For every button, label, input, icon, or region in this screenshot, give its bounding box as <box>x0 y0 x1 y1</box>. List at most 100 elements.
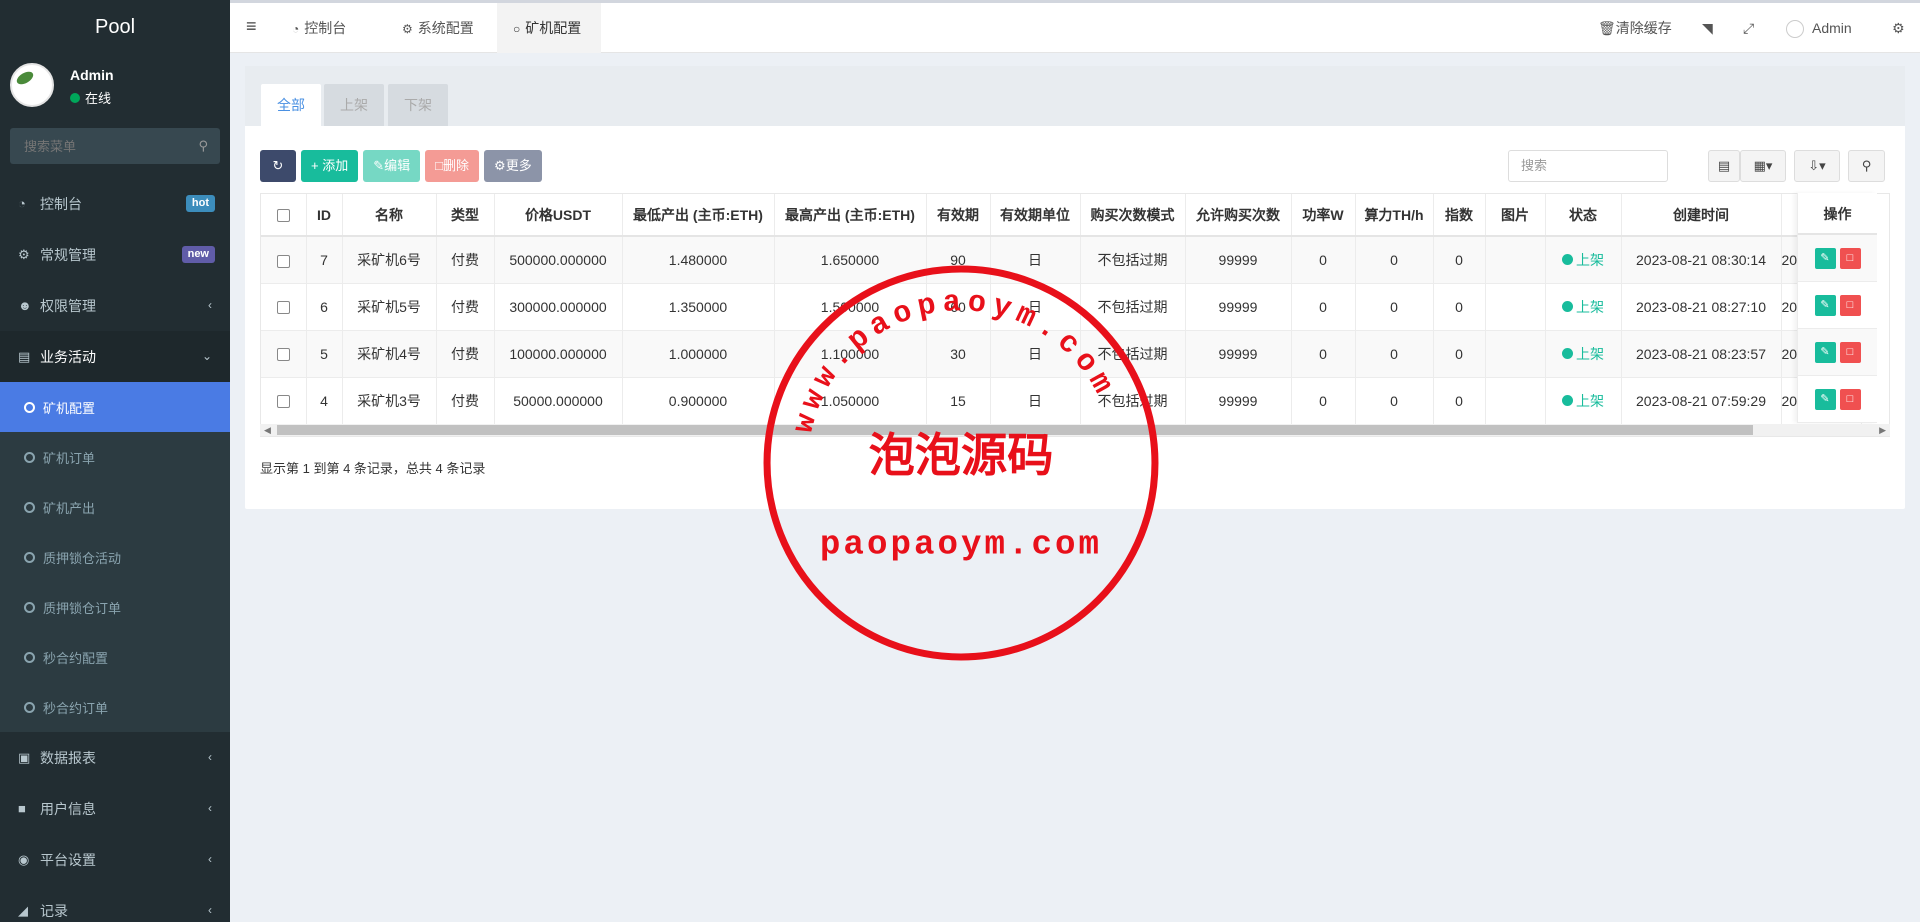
col-header[interactable]: 有效期单位 <box>990 194 1081 237</box>
status-badge[interactable]: 上架 <box>1562 297 1604 317</box>
clear-cache-button[interactable]: 🗑清除缓存 <box>1598 3 1672 53</box>
col-header[interactable]: 算力TH/h <box>1355 194 1434 237</box>
scroll-right-icon[interactable]: ▶ <box>1879 424 1886 436</box>
search-icon[interactable]: ⚲ <box>198 138 208 154</box>
table-row[interactable]: 7 采矿机6号 付费 500000.000000 1.480000 1.650000 90 日… <box>261 236 1862 284</box>
edit-row-button[interactable]: ✎ <box>1814 294 1836 316</box>
col-header[interactable]: 允许购买次数 <box>1185 194 1292 237</box>
sidebar-item-user-info[interactable]: ■ 用户信息 ‹ <box>0 783 230 834</box>
sidebar-item-platform-settings[interactable]: ◉ 平台设置 ‹ <box>0 834 230 885</box>
row-checkbox-cell <box>261 283 307 331</box>
delete-row-button[interactable]: □ <box>1839 247 1861 269</box>
edit-row-button[interactable]: ✎ <box>1814 341 1836 363</box>
sidebar-item-dashboard[interactable]: ◔ 控制台 hot <box>0 178 230 229</box>
search-button[interactable]: ⚲ <box>1848 150 1885 182</box>
col-header[interactable]: 创建时间 <box>1621 194 1782 237</box>
table-row[interactable]: 5 采矿机4号 付费 100000.000000 1.000000 1.100000 30 日… <box>261 330 1862 378</box>
delete-row-button[interactable]: □ <box>1839 388 1861 410</box>
horizontal-scrollbar[interactable]: ◀ ▶ <box>260 424 1890 436</box>
col-header[interactable]: 有效期 <box>926 194 991 237</box>
edit-row-button[interactable]: ✎ <box>1814 247 1836 269</box>
col-header[interactable]: 名称 <box>342 194 437 237</box>
delete-row-button[interactable]: □ <box>1839 341 1861 363</box>
status-badge[interactable]: 上架 <box>1562 250 1604 270</box>
table-cell: 0 <box>1433 330 1486 378</box>
row-checkbox[interactable] <box>276 348 290 362</box>
sidebar-item-label: 用户信息 <box>40 800 96 817</box>
app-logo[interactable]: Pool <box>0 0 230 55</box>
col-header[interactable]: 最低产出 (主币:ETH) <box>622 194 775 237</box>
delete-row-button[interactable]: □ <box>1839 294 1861 316</box>
edit-label: 编辑 <box>384 158 411 173</box>
table-cell: 1.100000 <box>774 330 927 378</box>
table-cell: 1.650000 <box>774 236 927 284</box>
tab-dashboard[interactable]: ◔ 控制台 <box>276 3 362 53</box>
sidebar-item-staking-activity[interactable]: 质押锁仓活动 <box>0 532 230 582</box>
menu-toggle-icon[interactable]: ≡ <box>246 16 257 37</box>
col-header[interactable]: 图片 <box>1485 194 1546 237</box>
table-cell: 0 <box>1355 236 1434 284</box>
tab-miner-config[interactable]: ○ 矿机配置 <box>497 3 601 53</box>
row-checkbox[interactable] <box>276 301 290 315</box>
tab-system-config[interactable]: ⚙ 系统配置 <box>386 3 490 53</box>
fullscreen-icon[interactable]: ⤢ <box>1743 3 1754 53</box>
sidebar-item-contract-config[interactable]: 秒合约配置 <box>0 632 230 682</box>
sidebar-item-general[interactable]: ⚙ 常规管理 new <box>0 229 230 280</box>
edit-row-button[interactable]: ✎ <box>1814 388 1836 410</box>
sidebar-item-reports[interactable]: ▣ 数据报表 ‹ <box>0 732 230 783</box>
col-header[interactable]: ID <box>306 194 343 237</box>
sidebar-item-label: 质押锁仓活动 <box>43 550 122 566</box>
gear-icon: ⚙ <box>494 158 506 173</box>
sidebar-item-miner-orders[interactable]: 矿机订单 <box>0 432 230 482</box>
refresh-button[interactable]: ↻ <box>260 150 296 182</box>
export-button[interactable]: ⇩▾ <box>1794 150 1840 182</box>
edit-button[interactable]: ✎编辑 <box>363 150 421 182</box>
sidebar-item-miner-config[interactable]: 矿机配置 <box>0 382 230 432</box>
table-cell: 上架 <box>1545 330 1622 378</box>
circle-icon <box>24 401 35 413</box>
tab-all[interactable]: 全部 <box>261 84 321 126</box>
columns-button[interactable]: ▦▾ <box>1740 150 1786 182</box>
sidebar-item-business[interactable]: ▤ 业务活动 ⌄ <box>0 331 230 382</box>
business-submenu: 矿机配置 矿机订单 矿机产出 质押锁仓活动 质押锁仓订单 秒合约配置 秒合约订单 <box>0 382 230 732</box>
table-cell: 5 <box>306 330 343 378</box>
sidebar-item-records[interactable]: ◢ 记录 ‹ <box>0 885 230 922</box>
scrollbar-thumb[interactable] <box>277 425 1753 435</box>
checkbox[interactable] <box>276 209 290 223</box>
sidebar-search-input[interactable] <box>10 128 190 164</box>
table-row[interactable]: 4 采矿机3号 付费 50000.000000 0.900000 1.050000 15 日不… <box>261 377 1862 425</box>
more-button[interactable]: ⚙更多 <box>484 150 542 182</box>
table-cell: 不包括过期 <box>1080 377 1186 425</box>
col-header[interactable]: 价格USDT <box>494 194 623 237</box>
scroll-left-icon[interactable]: ◀ <box>264 424 271 436</box>
sidebar-item-permissions[interactable]: ☻ 权限管理 ‹ <box>0 280 230 331</box>
table-cell: 0 <box>1433 283 1486 331</box>
language-icon[interactable]: ◥ <box>1702 3 1713 53</box>
table-cell: 0 <box>1355 283 1434 331</box>
tab-unlisted[interactable]: 下架 <box>388 84 448 126</box>
table-row[interactable]: 6 采矿机5号 付费 300000.000000 1.350000 1.500000 60 日… <box>261 283 1862 331</box>
col-header[interactable]: 功率W <box>1291 194 1356 237</box>
sidebar-item-miner-output[interactable]: 矿机产出 <box>0 482 230 532</box>
status-badge[interactable]: 上架 <box>1562 344 1604 364</box>
col-header[interactable]: 状态 <box>1545 194 1622 237</box>
row-checkbox[interactable] <box>276 395 290 409</box>
toggle-view-button[interactable]: ▤ <box>1708 150 1740 182</box>
col-header[interactable]: 类型 <box>436 194 495 237</box>
delete-button[interactable]: □删除 <box>425 150 480 182</box>
circle-icon <box>24 551 35 563</box>
col-header[interactable]: 指数 <box>1433 194 1486 237</box>
col-header[interactable]: 购买次数模式 <box>1080 194 1186 237</box>
col-header[interactable]: 最高产出 (主币:ETH) <box>774 194 927 237</box>
add-button[interactable]: + 添加 <box>301 150 359 182</box>
cogs-icon[interactable]: ⚙ <box>1892 3 1905 53</box>
sidebar-item-staking-orders[interactable]: 质押锁仓订单 <box>0 582 230 632</box>
status-badge[interactable]: 上架 <box>1562 391 1604 411</box>
admin-menu[interactable]: Admin <box>1786 3 1852 53</box>
tab-listed[interactable]: 上架 <box>324 84 384 126</box>
card-view-icon: ▤ <box>1717 158 1731 173</box>
select-all-checkbox[interactable] <box>261 194 307 237</box>
row-checkbox[interactable] <box>276 254 290 268</box>
sidebar-item-contract-orders[interactable]: 秒合约订单 <box>0 682 230 732</box>
table-search-input[interactable]: 搜索 <box>1508 150 1668 182</box>
